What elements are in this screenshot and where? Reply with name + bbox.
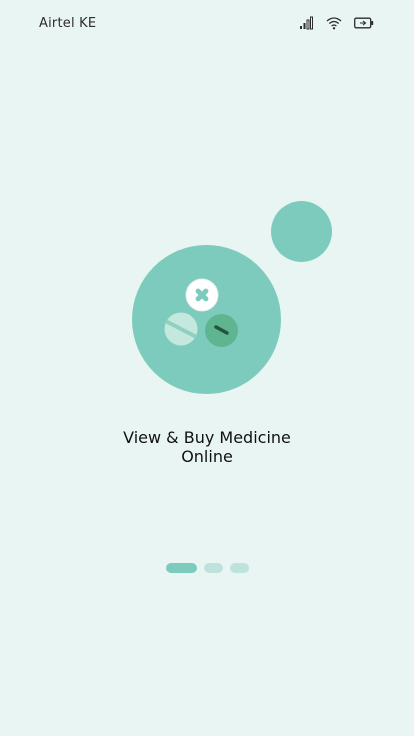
title-line-1: View & Buy Medicine <box>123 428 291 447</box>
page-dot-3[interactable] <box>230 563 249 573</box>
page-indicator[interactable] <box>166 563 249 573</box>
tablet-pill-icon <box>164 312 198 346</box>
page-dot-2[interactable] <box>204 563 223 573</box>
onboarding-title: View & Buy Medicine Online <box>0 428 414 466</box>
capsule-pill-icon <box>205 314 238 347</box>
decorative-circle <box>271 201 332 262</box>
medicine-illustration <box>0 0 414 420</box>
cross-pill-icon <box>185 278 219 312</box>
title-line-2: Online <box>181 447 233 466</box>
page-dot-1[interactable] <box>166 563 197 573</box>
